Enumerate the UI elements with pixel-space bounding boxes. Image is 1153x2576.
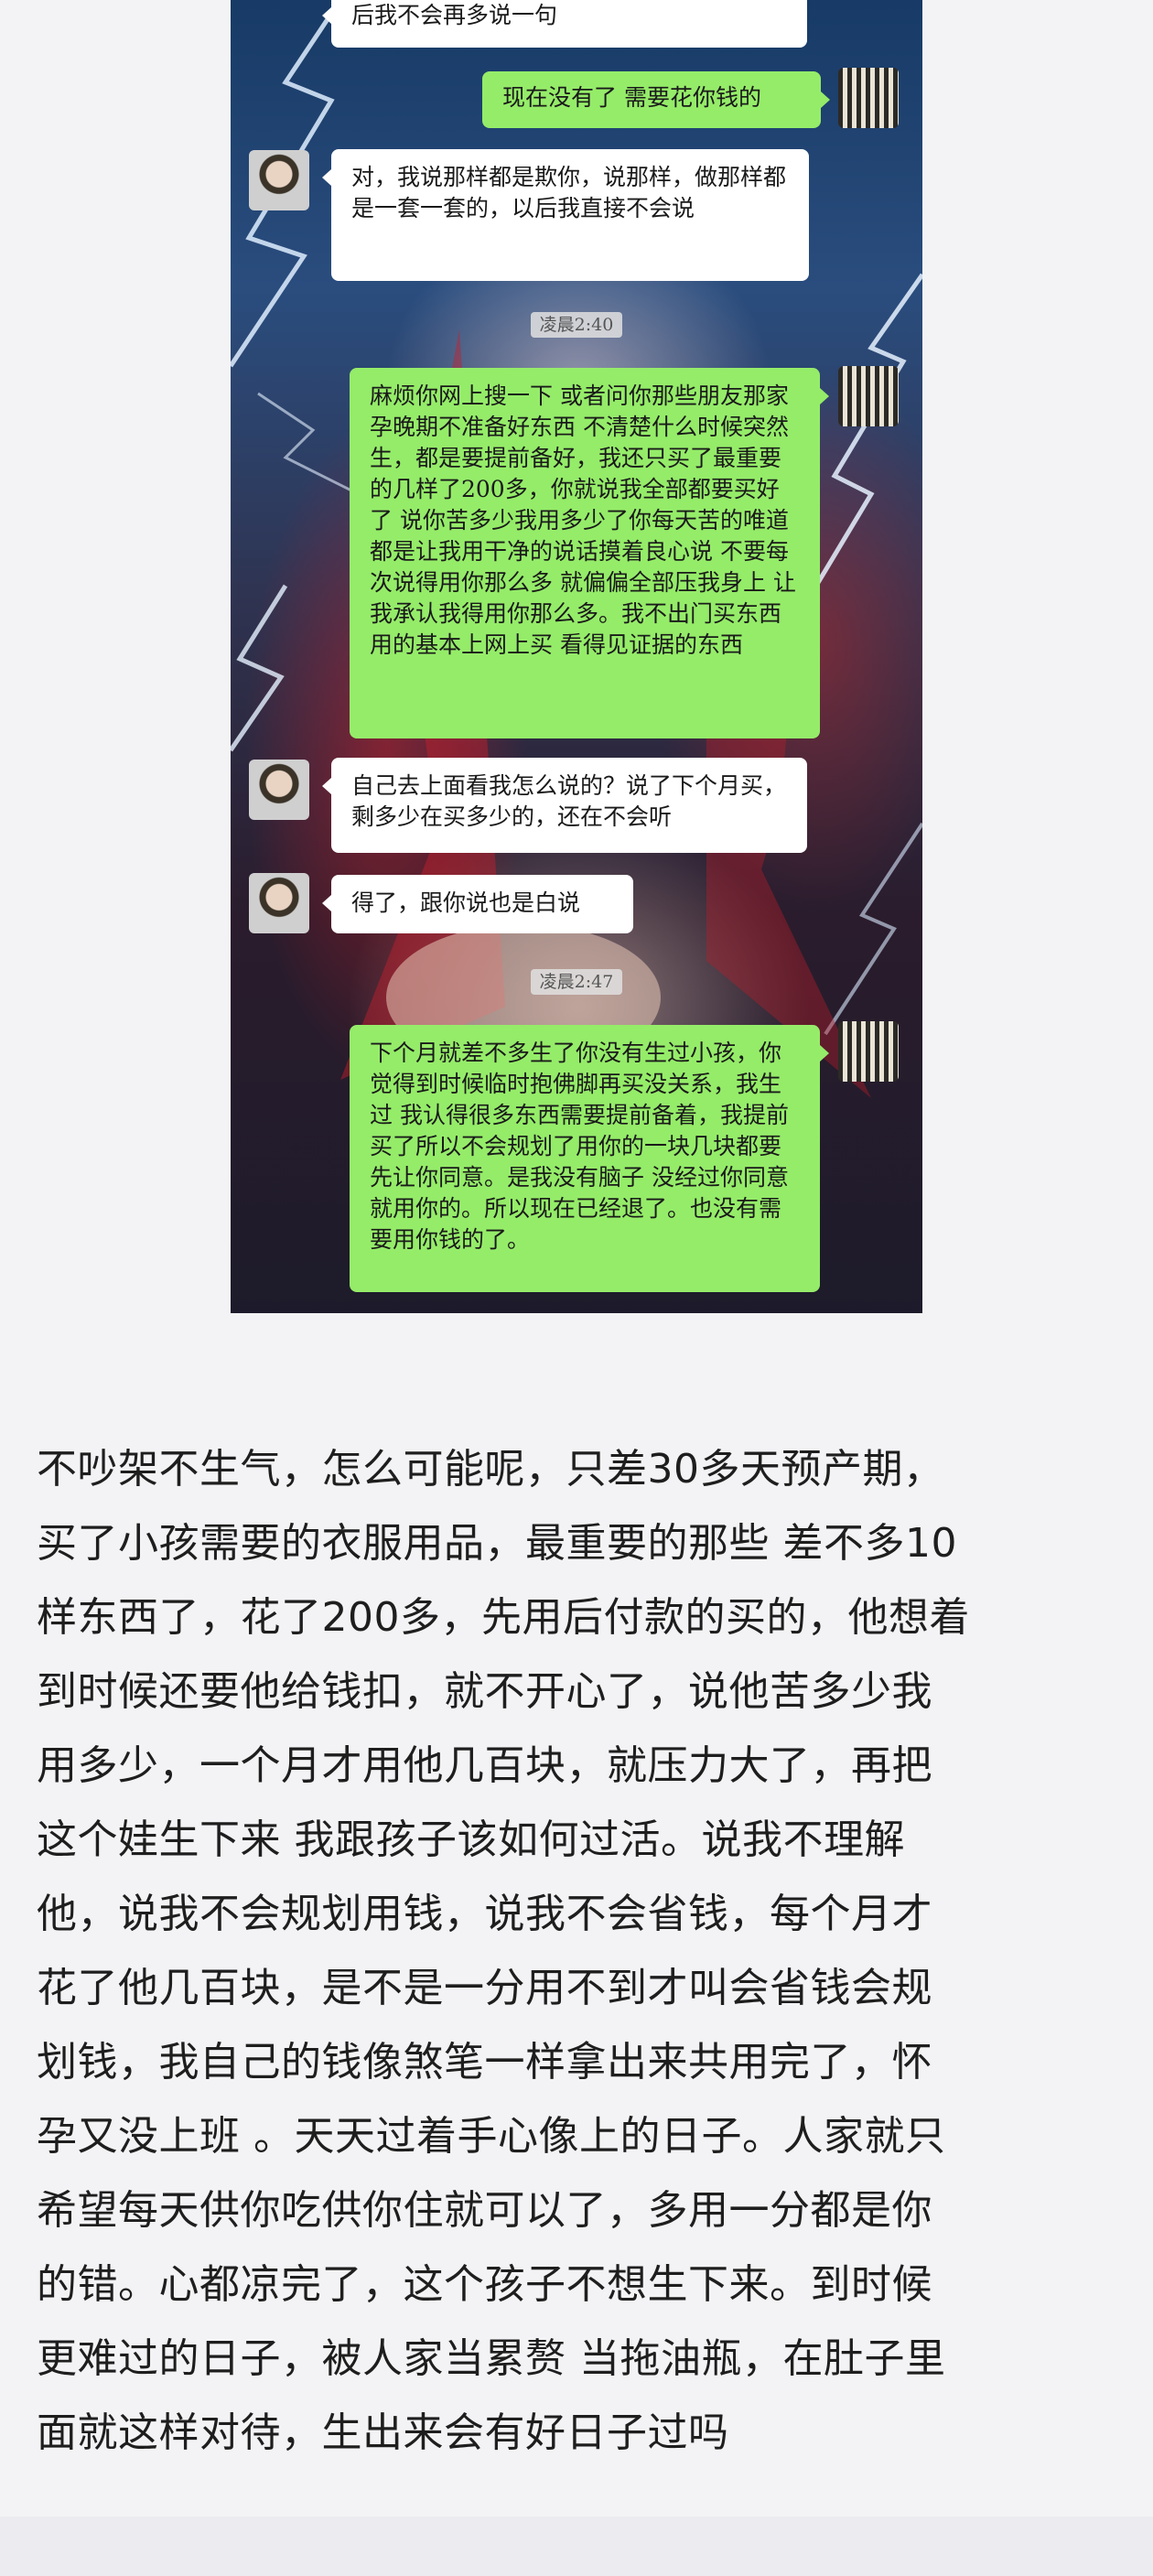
chat-message-outgoing: 现在没有了 需要花你钱的 bbox=[482, 71, 830, 128]
post-text-line: 面就这样对待，生出来会有好日子过吗 bbox=[37, 2409, 729, 2456]
message-timestamp: 凌晨2:47 bbox=[231, 968, 922, 995]
message-text: 麻烦你网上搜一下 或者问你那些朋友那家孕晚期不准备好东西 不清楚什么时候突然生，… bbox=[370, 383, 796, 658]
my-avatar bbox=[838, 366, 899, 426]
message-text: 现在没有了 需要花你钱的 bbox=[502, 84, 761, 111]
message-text: 后我不会再多说一句 bbox=[351, 2, 558, 28]
chat-message-incoming: 后我不会再多说一句 bbox=[322, 0, 807, 48]
message-text: 得了，跟你说也是白说 bbox=[351, 889, 581, 916]
post-text-line: 样东西了，花了200多，先用后付款的买的，他想着 bbox=[37, 1594, 970, 1641]
post-text-line: 希望每天供你吃供你住就可以了，多用一分都是你 bbox=[37, 2187, 932, 2234]
post-text-line: 不吵架不生气，怎么可能呢，只差30多天预产期， bbox=[37, 1446, 944, 1493]
post-text-line: 孕又没上班 。天天过着手心像上的日子。人家就只 bbox=[37, 2113, 946, 2160]
post-text-line: 划钱，我自己的钱像煞笔一样拿出来共用完了，怀 bbox=[37, 2039, 932, 2086]
chat-screenshot: 后我不会再多说一句 现在没有了 需要花你钱的 对，我说那样都是欺你，说那样，做那… bbox=[231, 0, 922, 1313]
message-text: 对，我说那样都是欺你，说那样，做那样都是一套一套的，以后我直接不会说 bbox=[351, 164, 787, 221]
post-text-line: 这个娃生下来 我跟孩子该如何过活。说我不理解 bbox=[37, 1816, 905, 1863]
post-text-line: 买了小孩需要的衣服用品，最重要的那些 差不多10 bbox=[37, 1520, 957, 1567]
chat-message-incoming: 得了，跟你说也是白说 bbox=[322, 875, 633, 933]
contact-avatar bbox=[249, 873, 309, 933]
post-text-line: 的错。心都凉完了，这个孩子不想生下来。到时候 bbox=[37, 2261, 932, 2308]
post-text-line: 用多少，一个月才用他几百块，就压力大了，再把 bbox=[37, 1742, 932, 1789]
chat-message-incoming: 自己去上面看我怎么说的？说了下个月买，剩多少在买多少的，还在不会听 bbox=[322, 758, 807, 853]
chat-message-incoming: 对，我说那样都是欺你，说那样，做那样都是一套一套的，以后我直接不会说 bbox=[322, 149, 809, 281]
footer-band bbox=[0, 2517, 1153, 2576]
post-text-line: 花了他几百块，是不是一分用不到才叫会省钱会规 bbox=[37, 1965, 932, 2011]
my-avatar bbox=[838, 68, 899, 128]
chat-message-outgoing: 麻烦你网上搜一下 或者问你那些朋友那家孕晚期不准备好东西 不清楚什么时候突然生，… bbox=[350, 368, 829, 738]
post-text-line: 到时候还要他给钱扣，就不开心了，说他苦多少我 bbox=[37, 1668, 932, 1715]
post-body: 不吵架不生气，怎么可能呢，只差30多天预产期， 买了小孩需要的衣服用品，最重要的… bbox=[37, 1432, 1121, 2470]
post-text-line: 他，说我不会规划用钱，说我不会省钱，每个月才 bbox=[37, 1891, 932, 1937]
contact-avatar bbox=[249, 150, 309, 210]
message-timestamp: 凌晨2:40 bbox=[231, 311, 922, 338]
post-text-line: 更难过的日子，被人家当累赘 当拖油瓶，在肚子里 bbox=[37, 2335, 946, 2382]
message-text: 自己去上面看我怎么说的？说了下个月买，剩多少在买多少的，还在不会听 bbox=[351, 772, 787, 830]
message-text: 下个月就差不多生了你没有生过小孩，你觉得到时候临时抱佛脚再买没关系，我生过 我认… bbox=[370, 1040, 789, 1253]
chat-message-outgoing: 下个月就差不多生了你没有生过小孩，你觉得到时候临时抱佛脚再买没关系，我生过 我认… bbox=[350, 1025, 829, 1292]
contact-avatar bbox=[249, 760, 309, 820]
my-avatar bbox=[838, 1021, 899, 1082]
